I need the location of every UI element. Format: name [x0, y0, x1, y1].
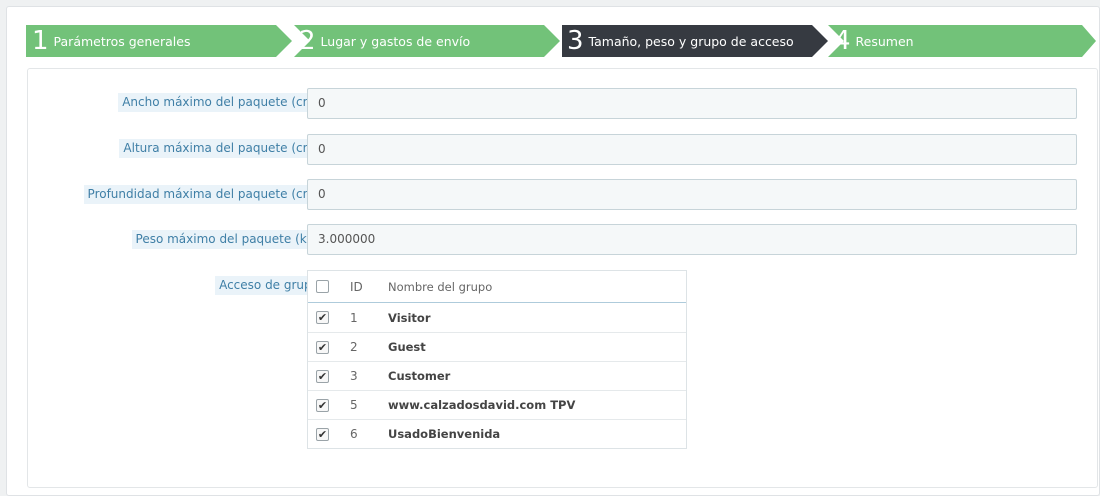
group-name: www.calzadosdavid.com TPV — [388, 398, 576, 412]
max-weight-label: Peso máximo del paquete (kg) — [131, 230, 323, 249]
group-name: Visitor — [388, 310, 431, 325]
step-3-number: 3 — [567, 26, 584, 56]
step-4-label: Resumen — [855, 33, 914, 49]
group-access-table: ID Nombre del grupo ✔ 1 Visitor ✔ 2 Gues… — [307, 270, 687, 449]
group-checkbox[interactable]: ✔ — [316, 398, 329, 412]
table-row: ✔ 2 Guest — [308, 332, 686, 361]
check-icon: ✔ — [317, 398, 328, 412]
group-name: Customer — [388, 369, 451, 383]
wizard-steps: 1 Parámetros generales 2 Lugar y gastos … — [26, 25, 1096, 57]
check-icon: ✔ — [317, 427, 328, 441]
max-weight-input[interactable]: 3.000000 — [307, 224, 1077, 255]
group-id: 6 — [350, 427, 358, 441]
step-1[interactable]: 1 Parámetros generales — [26, 25, 292, 57]
carrier-size-form: Ancho máximo del paquete (cm) 0 Altura m… — [27, 68, 1098, 488]
max-height-label: Altura máxima del paquete (cm) — [119, 139, 323, 158]
max-weight-label-wrap: Peso máximo del paquete (kg) — [51, 230, 323, 250]
table-row: ✔ 6 UsadoBienvenida — [308, 419, 686, 448]
step-2-number: 2 — [299, 26, 316, 56]
group-checkbox[interactable]: ✔ — [316, 311, 329, 324]
step-1-label: Parámetros generales — [53, 33, 191, 49]
group-checkbox[interactable]: ✔ — [316, 427, 329, 441]
max-height-input[interactable]: 0 — [307, 134, 1077, 165]
max-width-label: Ancho máximo del paquete (cm) — [118, 93, 323, 112]
table-row: ✔ 3 Customer — [308, 361, 686, 390]
step-1-number: 1 — [32, 26, 49, 56]
table-row: ✔ 1 Visitor — [308, 303, 686, 332]
col-name-header: Nombre del grupo — [388, 279, 493, 294]
check-icon: ✔ — [317, 340, 328, 354]
group-name: Guest — [388, 340, 426, 354]
group-id: 5 — [350, 398, 358, 412]
step-3-label: Tamaño, peso y grupo de acceso — [588, 33, 794, 49]
max-width-label-wrap: Ancho máximo del paquete (cm) — [51, 93, 323, 113]
max-depth-label-wrap: Profundidad máxima del paquete (cm) — [51, 185, 323, 205]
group-checkbox[interactable]: ✔ — [316, 369, 329, 383]
max-depth-label: Profundidad máxima del paquete (cm) — [83, 185, 323, 204]
group-name: UsadoBienvenida — [388, 427, 501, 441]
check-icon: ✔ — [317, 369, 328, 383]
group-id: 3 — [350, 369, 358, 383]
group-id: 2 — [350, 340, 358, 354]
max-depth-input[interactable]: 0 — [307, 179, 1077, 210]
group-table-header: ID Nombre del grupo — [308, 271, 686, 303]
step-4[interactable]: 4 Resumen — [828, 25, 1096, 57]
max-height-label-wrap: Altura máxima del paquete (cm) — [51, 139, 323, 159]
step-2[interactable]: 2 Lugar y gastos de envío — [294, 25, 560, 57]
step-3[interactable]: 3 Tamaño, peso y grupo de acceso — [562, 25, 828, 57]
group-checkbox[interactable]: ✔ — [316, 340, 329, 354]
col-id-header: ID — [350, 279, 363, 294]
group-id: 1 — [350, 310, 358, 325]
step-4-number: 4 — [834, 26, 851, 56]
check-icon: ✔ — [317, 311, 328, 324]
group-access-label-wrap: Acceso de grupo — [51, 276, 323, 296]
step-2-label: Lugar y gastos de envío — [320, 33, 471, 49]
table-row: ✔ 5 www.calzadosdavid.com TPV — [308, 390, 686, 419]
max-width-input[interactable]: 0 — [307, 88, 1077, 119]
select-all-checkbox[interactable] — [316, 280, 329, 293]
